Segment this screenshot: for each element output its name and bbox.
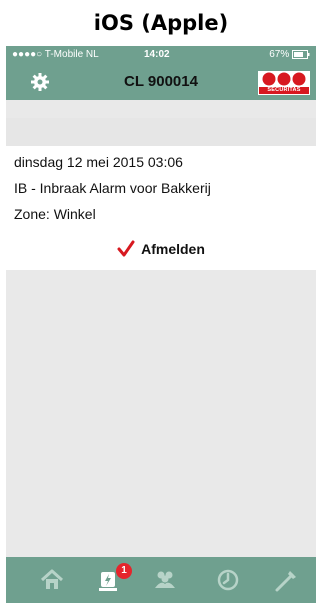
battery-indicator: 67% [269,46,310,64]
checkmark-icon [117,240,135,257]
afmelden-label: Afmelden [141,241,205,257]
home-icon[interactable] [38,566,66,594]
alarm-datetime: dinsdag 12 mei 2015 03:06 [14,154,183,170]
tool-icon[interactable] [272,566,300,594]
alarm-zone: Zone: Winkel [14,206,96,222]
afmelden-button[interactable]: Afmelden [6,238,316,260]
clock-label: 14:02 [144,49,170,60]
alarm-description: IB - Inbraak Alarm voor Bakkerij [14,180,211,196]
battery-label: 67% [269,49,290,60]
securitas-logo: SECURITAS [258,71,310,95]
alarm-details: dinsdag 12 mei 2015 03:06 IB - Inbraak A… [6,146,316,270]
nav-bar: CL 900014 SECURITAS [6,64,316,100]
caption: iOS (Apple) [93,11,229,35]
phone-screen: ●●●●○ T-Mobile NL 14:02 67% CL 900014 SE… [6,46,316,603]
logo-circles [262,72,306,86]
alarm-badge: 1 [116,563,132,579]
people-icon[interactable] [151,566,179,594]
carrier-label: ●●●●○ T-Mobile NL [12,49,99,60]
clock-icon[interactable] [214,566,242,594]
logo-word: SECURITAS [259,87,309,94]
battery-icon [292,49,310,59]
tab-bar: 1 [6,557,316,603]
status-bar: ●●●●○ T-Mobile NL 14:02 67% [6,46,316,64]
sub-header-bar [6,118,316,146]
